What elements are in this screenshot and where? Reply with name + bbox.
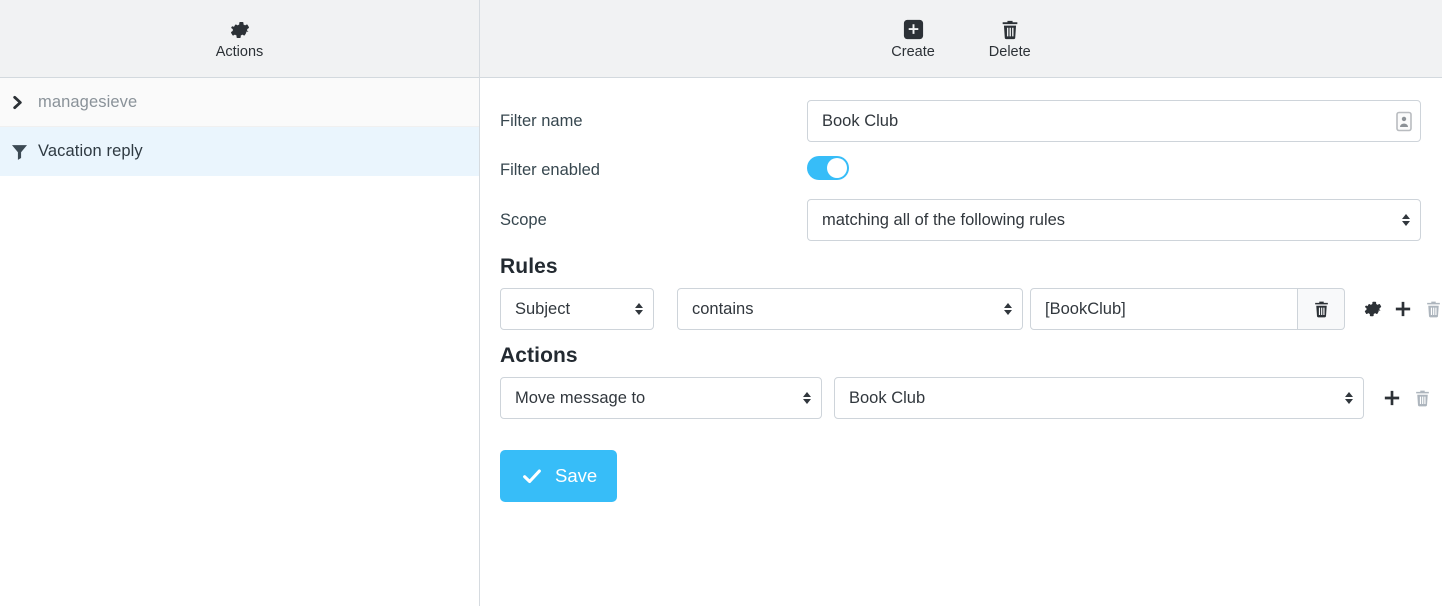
action-row: Move message to Book Club [500, 377, 1429, 419]
action-add-plus-icon[interactable] [1381, 386, 1403, 410]
rule-field-wrap: Subject [500, 288, 654, 330]
filter-enabled-row: Filter enabled [500, 156, 1421, 185]
rule-operator-select[interactable]: contains [677, 288, 1023, 330]
contact-card-icon[interactable] [1395, 111, 1412, 132]
scope-label: Scope [500, 210, 547, 229]
main-toolbar: Create Delete [480, 0, 1442, 78]
chevron-right-icon [10, 95, 38, 110]
sidebar-item-label: managesieve [38, 92, 138, 111]
save-button-label: Save [555, 465, 598, 486]
action-type-select[interactable]: Move message to [500, 377, 822, 419]
rule-value-delete-button[interactable] [1298, 288, 1345, 330]
action-target-wrap: Book Club [834, 377, 1364, 419]
sidebar-item-vacation-reply[interactable]: Vacation reply [0, 127, 479, 176]
action-remove-trash-icon[interactable] [1411, 386, 1433, 410]
gear-icon [228, 18, 252, 42]
filter-name-label: Filter name [500, 111, 583, 130]
scope-select[interactable]: matching all of the following rules [807, 199, 1421, 241]
sidebar: Actions managesieve Vacation reply [0, 0, 480, 606]
filter-funnel-icon [10, 142, 38, 161]
rule-remove-trash-icon[interactable] [1422, 297, 1442, 321]
actions-button[interactable]: Actions [202, 14, 278, 64]
scope-field-wrap: matching all of the following rules [807, 199, 1421, 241]
actions-title: Actions [500, 344, 578, 367]
check-icon [520, 464, 544, 488]
sidebar-item-managesieve[interactable]: managesieve [0, 78, 479, 127]
action-type-wrap: Move message to [500, 377, 822, 419]
filter-form: Filter name Filter enabled [480, 78, 1442, 606]
rules-title: Rules [500, 255, 558, 278]
plus-square-icon [901, 18, 925, 42]
filter-name-input[interactable] [807, 100, 1421, 142]
filter-enabled-label: Filter enabled [500, 161, 600, 179]
delete-button[interactable]: Delete [975, 14, 1045, 64]
rule-value-group [1030, 288, 1345, 330]
save-button[interactable]: Save [500, 450, 618, 502]
sidebar-item-label: Vacation reply [38, 141, 143, 160]
create-button[interactable]: Create [877, 14, 949, 64]
filter-name-row: Filter name [500, 100, 1421, 142]
rule-row-icons [1362, 297, 1442, 321]
filter-enabled-field-wrap [807, 156, 1421, 185]
rule-settings-gear-icon[interactable] [1362, 297, 1384, 321]
filter-list: managesieve Vacation reply [0, 78, 479, 606]
create-button-label: Create [891, 43, 935, 60]
filter-enabled-toggle[interactable] [807, 156, 849, 180]
rule-operator-wrap: contains [677, 288, 1023, 330]
delete-button-label: Delete [988, 43, 1031, 60]
action-row-icons [1381, 386, 1433, 410]
trash-icon [998, 18, 1022, 42]
app-root: Actions managesieve Vacation reply Creat… [0, 0, 1442, 606]
toggle-knob [827, 158, 847, 178]
filter-name-field-wrap [807, 100, 1421, 142]
rule-row: Subject contains [500, 288, 1440, 330]
action-target-select[interactable]: Book Club [834, 377, 1364, 419]
scope-row: Scope matching all of the following rule… [500, 199, 1421, 241]
actions-button-label: Actions [215, 43, 264, 60]
rule-value-input[interactable] [1030, 288, 1298, 330]
rule-field-select[interactable]: Subject [500, 288, 654, 330]
main-panel: Create Delete Filter name Book Club Filt… [480, 0, 1442, 606]
rule-add-plus-icon[interactable] [1392, 297, 1414, 321]
sidebar-toolbar: Actions [0, 0, 479, 78]
